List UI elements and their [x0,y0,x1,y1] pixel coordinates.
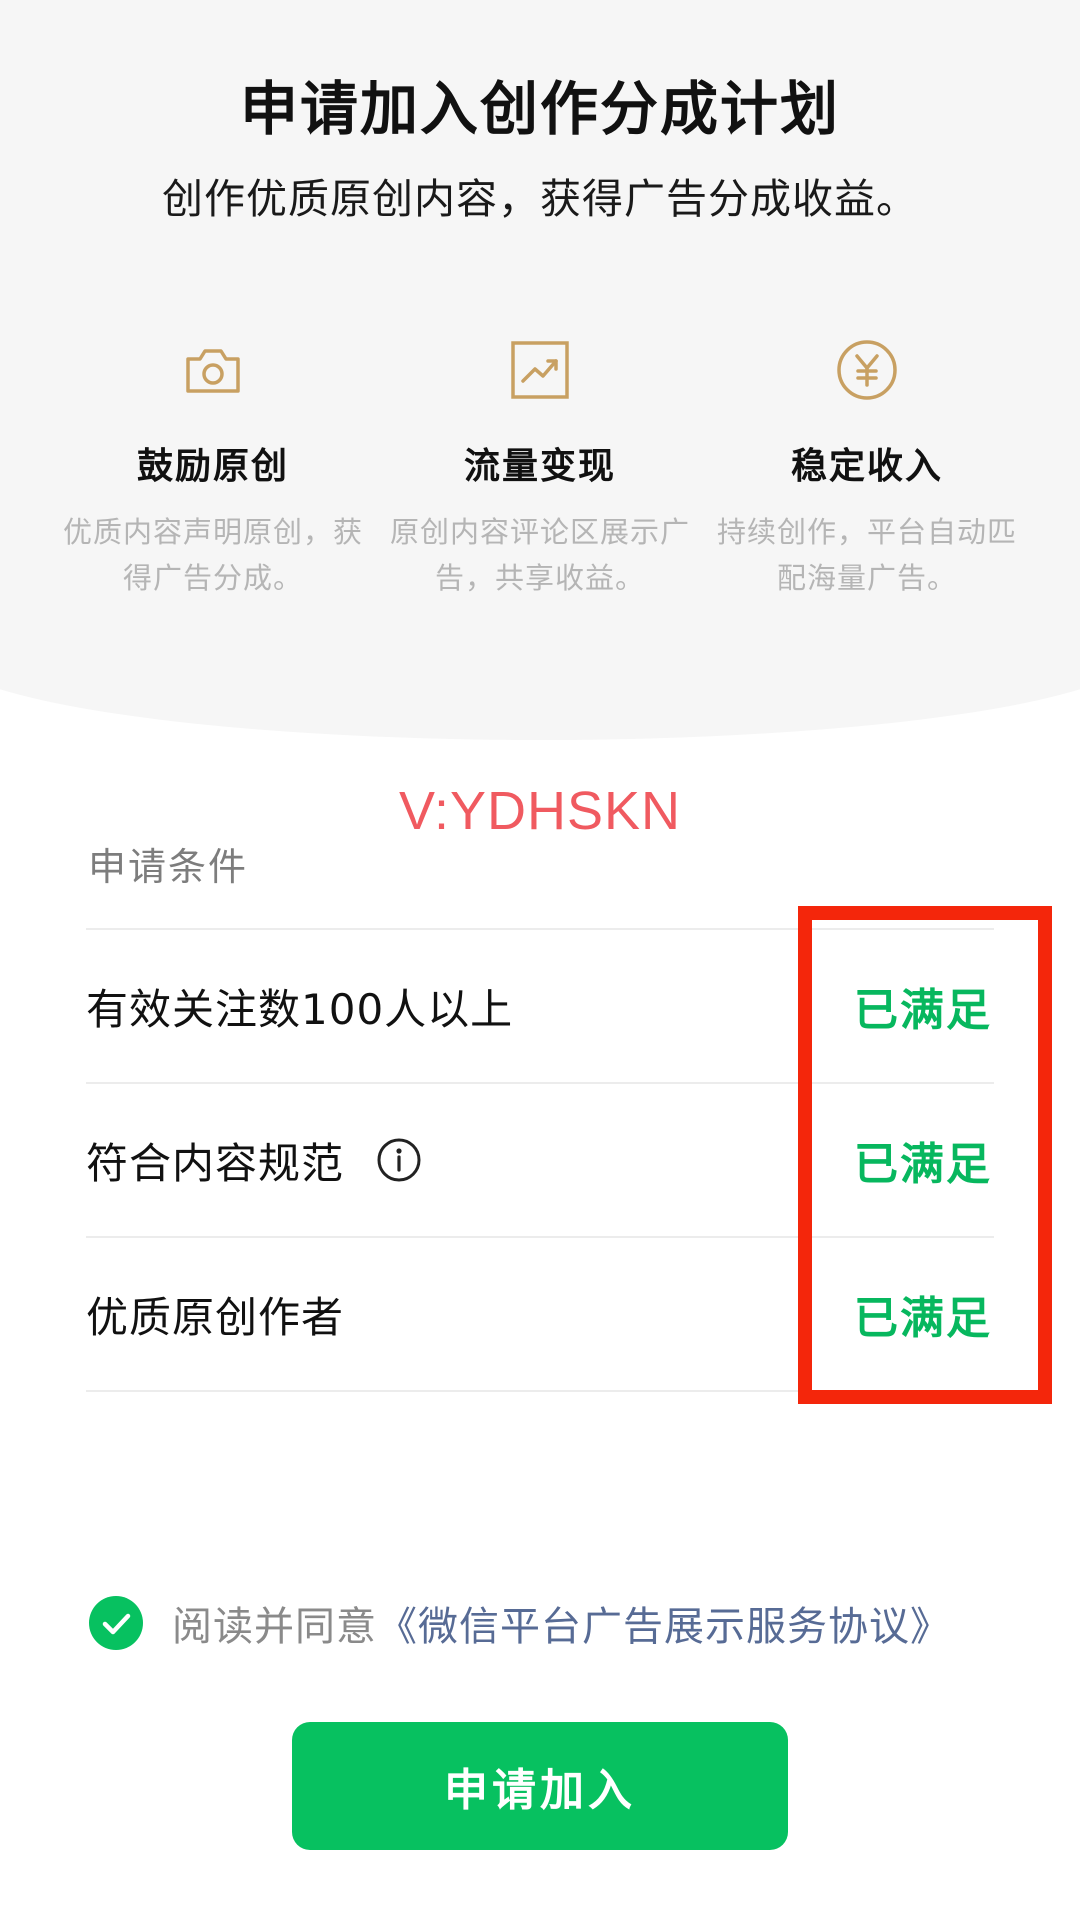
feature-title: 流量变现 [463,446,616,487]
feature-item-income: 稳定收入 持续创作，平台自动匹配海量广告。 [704,335,1030,601]
camera-icon [186,349,240,393]
conditions-label: 申请条件 [88,845,249,889]
watermark-text: V:YDHSKN [398,781,682,841]
feature-list: 鼓励原创 优质内容声明原创，获得广告分成。 流量变现 原创内容评论区展示广告，共… [50,335,1030,601]
condition-row-followers: 有效关注数100人以上 已满足 [86,930,994,1084]
condition-left: 优质原创作者 [86,1284,344,1345]
agreement-text: 阅读并同意 [172,1604,377,1650]
condition-status: 已满足 [854,1293,992,1344]
info-icon[interactable] [376,1137,422,1183]
feature-title: 鼓励原创 [136,446,289,487]
yen-coin-icon [837,340,897,400]
condition-label: 符合内容规范 [86,1138,345,1188]
condition-status: 已满足 [854,1139,992,1190]
condition-label: 有效关注数100人以上 [86,984,514,1034]
page: 申请加入创作分成计划 创作优质原创内容，获得广告分成收益。 鼓励原创 优质内容声… [0,0,1080,1919]
condition-left: 有效关注数100人以上 [86,976,513,1037]
condition-label: 优质原创作者 [86,1292,345,1342]
feature-desc: 原创内容评论区展示广告，共享收益。 [390,515,691,595]
agreement-link[interactable]: 《微信平台广告展示服务协议》 [377,1594,951,1652]
feature-desc: 持续创作，平台自动匹配海量广告。 [717,515,1018,595]
agreement-row[interactable]: 阅读并同意 《微信平台广告展示服务协议》 [88,1594,951,1652]
trend-chart-icon [511,341,569,399]
check-circle-icon[interactable] [88,1595,144,1651]
condition-left: 符合内容规范 [86,1130,422,1191]
page-subtitle: 创作优质原创内容，获得广告分成收益。 [162,175,918,223]
feature-item-traffic: 流量变现 原创内容评论区展示广告，共享收益。 [377,335,703,601]
feature-item-original: 鼓励原创 优质内容声明原创，获得广告分成。 [50,335,376,601]
conditions-list: 有效关注数100人以上 已满足 符合内容规范 已满足 优质原创作者 已满足 [86,928,994,1392]
condition-status: 已满足 [854,985,992,1036]
apply-button[interactable]: 申请加入 [292,1722,788,1850]
feature-desc: 优质内容声明原创，获得广告分成。 [63,515,364,595]
condition-row-content-rules: 符合内容规范 已满足 [86,1084,994,1238]
feature-title: 稳定收入 [790,446,943,487]
page-title: 申请加入创作分成计划 [239,75,840,143]
condition-row-original-author: 优质原创作者 已满足 [86,1238,994,1392]
